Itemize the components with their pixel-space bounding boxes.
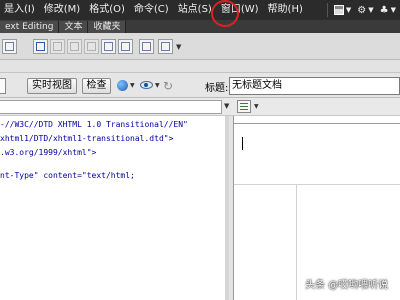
menu-format[interactable]: 格式(O)	[85, 0, 130, 20]
media-icon[interactable]	[118, 39, 133, 54]
menu-right-tools: ▼ ⚙ ▼ ♣ ▼	[326, 0, 400, 20]
media-icon-glyph	[121, 42, 130, 51]
line-glyph	[240, 106, 248, 107]
inspect-button[interactable]: 检查	[82, 78, 111, 94]
layout-guide	[234, 184, 400, 185]
view-mode-button[interactable]	[0, 78, 6, 94]
chevron-down-icon[interactable]: ▼	[176, 43, 181, 51]
layout-object-icon[interactable]	[139, 39, 154, 54]
image-icon[interactable]	[101, 39, 116, 54]
tab-favorites[interactable]: 收藏夹	[88, 21, 127, 33]
site-icon[interactable]: ♣ ▼	[380, 5, 396, 16]
insert-toolbar: ▼	[0, 33, 400, 60]
design-view[interactable]	[233, 116, 400, 300]
div-icon[interactable]	[84, 39, 99, 54]
image-icon-glyph	[104, 42, 113, 51]
email-link-icon[interactable]	[50, 39, 65, 54]
table-icon[interactable]	[33, 39, 48, 54]
chevron-down-icon: ▼	[345, 6, 352, 14]
chevron-down-icon[interactable]: ▼	[130, 82, 135, 89]
tab-text-editing[interactable]: ext Editing	[0, 21, 60, 33]
tab-text[interactable]: 文本	[59, 21, 89, 33]
refresh-icon[interactable]: ↻	[163, 79, 173, 93]
code-line: xhtml1/DTD/xhtml1-transitional.dtd">	[0, 134, 174, 143]
chevron-down-icon: ▼	[390, 6, 396, 14]
title-label: 标题:	[205, 83, 229, 94]
gear-icon[interactable]: ⚙ ▼	[357, 5, 373, 16]
menu-modify[interactable]: 修改(M)	[40, 0, 85, 20]
layout-object-icon-glyph	[142, 42, 151, 51]
line-glyph	[240, 109, 248, 110]
view-options-icon[interactable]	[237, 100, 251, 113]
code-view[interactable]: -//W3C//DTD XHTML 1.0 Transitional//EN" …	[0, 116, 229, 300]
layout-icon[interactable]: ▼	[333, 5, 352, 15]
code-line: -//W3C//DTD XHTML 1.0 Transitional//EN"	[0, 120, 188, 129]
menu-bar: 是入(I) 修改(M) 格式(O) 命令(C) 站点(S) 窗口(W) 帮助(H…	[0, 0, 400, 20]
code-line: .w3.org/1999/xhtml">	[0, 148, 97, 157]
address-row: ▼ ▼	[0, 98, 400, 116]
chevron-down-icon[interactable]: ▼	[224, 102, 229, 110]
chevron-down-icon[interactable]: ▼	[155, 82, 160, 89]
live-view-button[interactable]: 实时视图	[27, 78, 77, 94]
highlight-circle	[211, 0, 239, 27]
email-link-icon-glyph	[53, 42, 62, 51]
chevron-down-icon[interactable]: ▼	[254, 103, 259, 110]
layout-icon-glyph	[333, 5, 344, 15]
document-title-field[interactable]: 无标题文档	[229, 77, 400, 95]
template-icon[interactable]	[158, 39, 173, 54]
eye-icon[interactable]	[140, 81, 153, 89]
document-toolbar: 实时视图 检查 ▼ ▼ ↻ 标题: 无标题文档	[0, 72, 400, 98]
menu-commands[interactable]: 命令(C)	[130, 0, 174, 20]
menu-insert[interactable]: 是入(I)	[0, 0, 40, 20]
watermark: 头条 @哎哟喂听说	[305, 280, 389, 291]
table-icon-glyph	[36, 42, 45, 51]
site-icon-glyph: ♣	[379, 4, 389, 16]
globe-icon[interactable]	[117, 80, 128, 91]
line-glyph	[240, 103, 248, 104]
text-cursor	[242, 137, 243, 150]
layout-guide	[296, 184, 297, 300]
divider	[234, 123, 400, 124]
anchor-icon-glyph	[70, 42, 79, 51]
address-field[interactable]	[0, 100, 222, 114]
code-line: nt-Type" content="text/html;	[0, 171, 135, 180]
gear-icon-glyph: ⚙	[357, 4, 367, 16]
menu-help[interactable]: 帮助(H)	[264, 0, 308, 20]
menu-separator	[326, 3, 328, 17]
hyperlink-icon[interactable]	[2, 39, 17, 54]
anchor-icon[interactable]	[67, 39, 82, 54]
hyperlink-icon-glyph	[5, 42, 14, 51]
div-icon-glyph	[87, 42, 96, 51]
chevron-down-icon: ▼	[368, 6, 374, 14]
template-icon-glyph	[161, 42, 170, 51]
insert-panel-tabs: ext Editing 文本 收藏夹	[0, 20, 400, 33]
